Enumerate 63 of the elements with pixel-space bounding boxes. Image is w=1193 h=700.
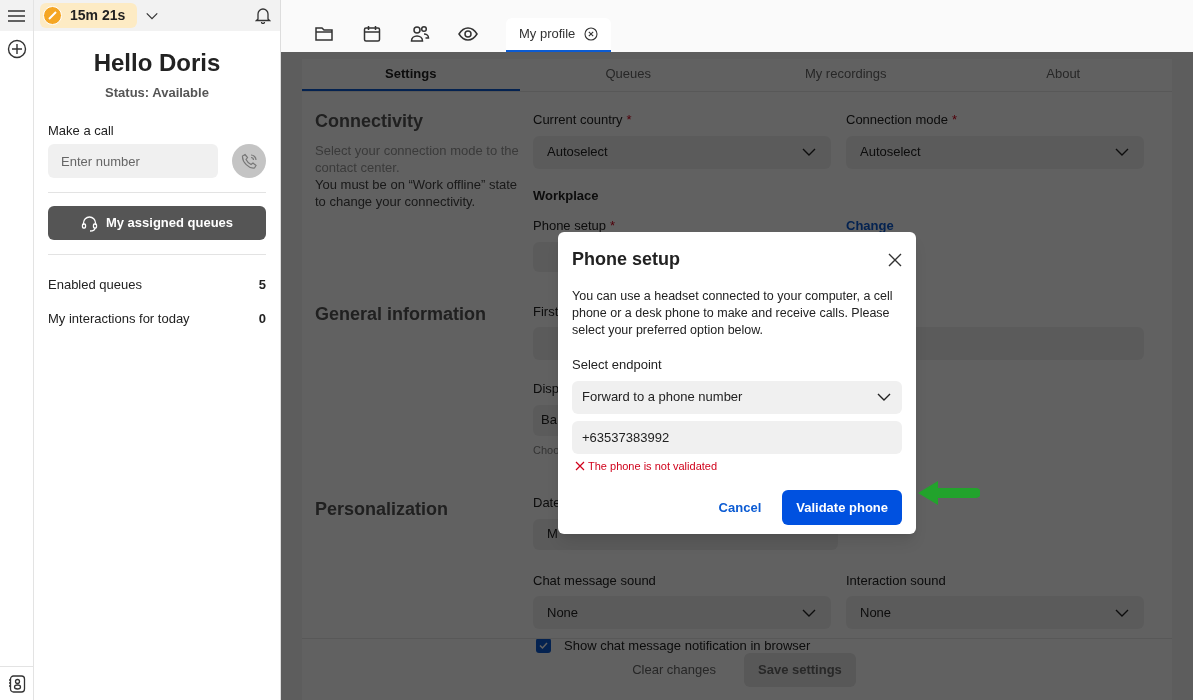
people-icon[interactable] [410,24,430,44]
stat-value: 5 [258,276,266,294]
required-mark: * [610,217,616,235]
pointer-arrow [916,480,980,506]
folder-icon[interactable] [314,24,334,44]
error-text: The phone is not validated [588,458,718,474]
settings-tab[interactable]: About [954,59,1172,91]
field-label: Connection mode [846,111,948,129]
phone-icon [240,152,258,170]
stat-label: Enabled queues [48,276,142,294]
make-call-label: Make a call [48,121,115,140]
required-mark: * [626,111,632,129]
phone-number-field[interactable]: +63537383992 [572,420,902,454]
required-mark: * [951,111,957,129]
add-icon[interactable] [6,39,27,59]
stat-value: 0 [258,309,266,328]
select-field[interactable]: None [533,596,831,629]
bell-icon[interactable] [255,7,271,24]
close-icon[interactable] [584,27,599,41]
settings-tab[interactable]: Settings [302,59,520,91]
menu-icon[interactable] [8,8,25,23]
assigned-queues-button[interactable]: My assigned queues [48,206,266,240]
section-title: General information [315,302,488,326]
stat-label: My interactions for today [48,309,190,328]
error-icon [575,460,585,471]
phone-number-field[interactable]: Enter number [48,144,218,178]
field-label: Interaction sound [846,571,947,590]
select-field[interactable]: None [846,596,1144,629]
dialog-title: Phone setup [572,248,680,271]
close-icon[interactable] [888,252,902,267]
timer-text: 15m 21s [70,6,126,25]
checkbox-label: Show chat message notification in browser [564,637,811,655]
section-title: Connectivity [315,110,425,133]
section-title: Personalization [315,498,450,521]
select-field[interactable]: Autoselect [533,135,831,169]
eye-icon[interactable] [458,24,478,44]
greeting-title: Hello Doris [92,48,222,78]
field-label: Current country [533,111,623,129]
field-label: Disp [533,380,559,398]
field-label: Phone setup [533,217,606,235]
subsection-title: Workplace [533,186,600,205]
endpoint-select[interactable]: Forward to a phone number [572,380,902,414]
status-text: Status: Available [104,84,210,102]
check-icon [538,640,549,652]
endpoint-label: Select endpoint [572,356,663,374]
field-label: Chat message sound [533,571,657,590]
select-field[interactable]: Autoselect [846,135,1144,169]
section-note: You must be on “Work offline” state to change your connectivity. [315,176,519,210]
profile-tab[interactable]: My profile [506,18,612,52]
text-field-value: Ba [541,411,557,430]
dialog-body: You can use a headset connected to your computer, a cell phone or a desk phone to make and receive calls. Please select your preferred option below. [572,288,894,339]
call-button[interactable] [232,144,266,178]
field-label: First [533,302,559,321]
clear-changes-button[interactable]: Clear changes [618,652,730,687]
contact-book-icon[interactable] [7,674,26,693]
calendar-icon[interactable] [362,24,382,44]
timer-badge[interactable]: 15m 21s [40,3,138,28]
pencil-icon [43,6,62,25]
headset-icon [80,214,98,232]
settings-tab[interactable]: My recordings [737,59,955,91]
change-link[interactable]: Change [846,218,894,233]
settings-tab[interactable]: Queues [519,59,737,91]
validate-phone-button[interactable]: Validate phone [782,490,902,525]
